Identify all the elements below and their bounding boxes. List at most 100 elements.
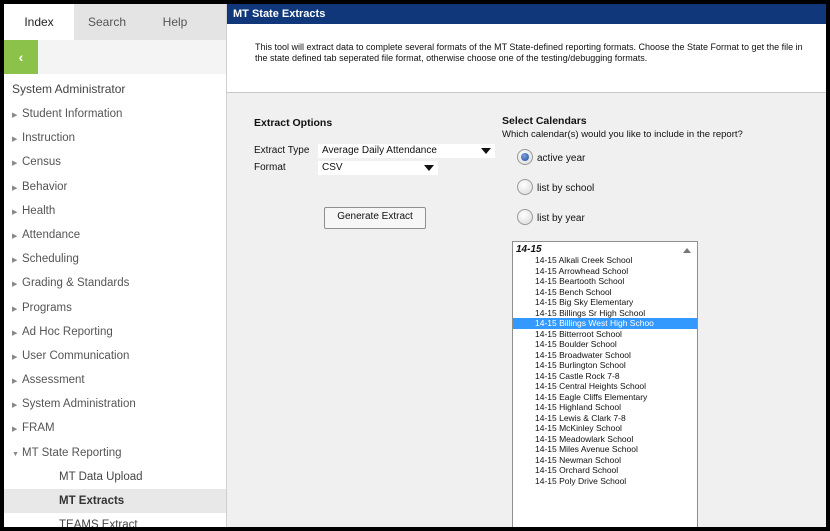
expand-arrow-icon: ▶ <box>12 353 18 361</box>
expand-arrow-icon: ▶ <box>12 232 18 240</box>
expand-arrow-icon: ▶ <box>12 136 18 144</box>
calendar-list-item[interactable]: 14-15 Highland School <box>513 402 697 413</box>
expand-arrow-icon: ▶ <box>12 281 18 289</box>
calendar-list-item[interactable]: 14-15 Boulder School <box>513 339 697 350</box>
calendar-list-item[interactable]: 14-15 Miles Avenue School <box>513 444 697 455</box>
calendar-list-item[interactable]: 14-15 Alkali Creek School <box>513 255 697 266</box>
calendar-list-item[interactable]: 14-15 Poly Drive School <box>513 476 697 487</box>
sidebar-item-user-communication[interactable]: ▶ User Communication <box>4 344 226 368</box>
calendar-list-item[interactable]: 14-15 Beartooth School <box>513 276 697 287</box>
calendar-list-item[interactable]: 14-15 Eagle Cliffs Elementary <box>513 392 697 403</box>
sidebar-item-instruction[interactable]: ▶ Instruction <box>4 126 226 150</box>
sidebar-item-label: System Administration <box>22 398 136 411</box>
expand-arrow-icon: ▶ <box>12 257 18 265</box>
calendar-list-item[interactable]: 14-15 McKinley School <box>513 423 697 434</box>
tab-index[interactable]: Index <box>4 4 74 41</box>
radio-label: active year <box>537 153 586 164</box>
calendar-list-item[interactable]: 14-15 Billings West High Schoo <box>513 318 697 329</box>
calendar-list-item[interactable]: 14-15 Meadowlark School <box>513 434 697 445</box>
sidebar-item-label: Census <box>22 156 61 169</box>
expand-arrow-icon: ▶ <box>12 378 18 386</box>
sidebar-item-label: Programs <box>22 301 72 314</box>
tab-search[interactable]: Search <box>74 4 140 40</box>
sidebar-item-teams-extract[interactable]: TEAMS Extract <box>4 513 226 527</box>
sidebar-item-label: Assessment <box>22 374 85 387</box>
calendar-list-item[interactable]: 14-15 Orchard School <box>513 465 697 476</box>
calendar-list-item[interactable]: 14-15 Burlington School <box>513 360 697 371</box>
main-panel: MT State Extracts This tool will extract… <box>227 4 826 527</box>
format-select[interactable]: CSV <box>318 161 438 175</box>
extract-type-select[interactable]: Average Daily Attendance <box>318 144 495 158</box>
sidebar-item-system-administration[interactable]: ▶ System Administration <box>4 392 226 416</box>
radio-label: list by school <box>537 183 595 194</box>
calendar-list-item[interactable]: 14-15 Newman School <box>513 455 697 466</box>
sidebar-nav: ▶ Student Information ▶ Instruction ▶ Censu… <box>4 102 226 527</box>
calendar-list-item[interactable]: 14-15 Arrowhead School <box>513 266 697 277</box>
radio-button-icon[interactable] <box>517 209 533 225</box>
collapse-sidebar-button[interactable]: ‹ <box>4 40 38 74</box>
expand-arrow-icon: ▶ <box>12 160 18 168</box>
sidebar-item-programs[interactable]: ▶ Programs <box>4 296 226 320</box>
sidebar-item-label: Grading & Standards <box>22 277 130 290</box>
extract-type-value: Average Daily Attendance <box>322 145 437 156</box>
expand-arrow-icon: ▶ <box>12 208 18 216</box>
description-area: This tool will extract data to complete … <box>227 24 826 92</box>
sidebar-item-mt-data-upload[interactable]: MT Data Upload <box>4 465 226 489</box>
sidebar-item-fram[interactable]: ▶ FRAM <box>4 416 226 440</box>
scroll-up-arrow-icon[interactable] <box>683 248 691 253</box>
tab-help[interactable]: Help <box>140 4 210 40</box>
sidebar-item-student-information[interactable]: ▶ Student Information <box>4 102 226 126</box>
calendar-list-item[interactable]: 14-15 Broadwater School <box>513 350 697 361</box>
page-title: MT State Extracts <box>227 4 826 24</box>
calendar-list-item[interactable]: 14-15 Bench School <box>513 287 697 298</box>
calendar-list-item[interactable]: 14-15 Castle Rock 7-8 <box>513 371 697 382</box>
collapse-arrow-icon: ▼ <box>12 450 19 458</box>
sidebar-item-census[interactable]: ▶ Census <box>4 150 226 174</box>
expand-arrow-icon: ▶ <box>12 329 18 337</box>
radio-button-icon[interactable] <box>517 149 533 165</box>
dropdown-arrow-icon <box>481 148 491 154</box>
list-group-header: 14-15 <box>516 244 542 255</box>
sidebar-item-scheduling[interactable]: ▶ Scheduling <box>4 247 226 271</box>
sidebar-item-label: User Communication <box>22 349 130 362</box>
expand-arrow-icon: ▶ <box>12 305 18 313</box>
sidebar-item-label: Student Information <box>22 108 123 120</box>
extract-options-heading: Extract Options <box>254 117 333 129</box>
sidebar-item-grading-standards[interactable]: ▶ Grading & Standards <box>4 271 226 295</box>
dropdown-arrow-icon <box>424 165 434 171</box>
sidebar-item-assessment[interactable]: ▶ Assessment <box>4 368 226 392</box>
format-value: CSV <box>322 162 343 173</box>
sidebar-item-mt-state-reporting[interactable]: ▼ MT State Reporting <box>4 441 226 465</box>
sidebar-item-label: FRAM <box>22 422 55 435</box>
sidebar-tabs: Index Search Help <box>4 4 226 41</box>
sidebar-item-label: MT State Reporting <box>22 446 122 459</box>
calendar-list-item[interactable]: 14-15 Bitterroot School <box>513 329 697 340</box>
sidebar-item-label: Ad Hoc Reporting <box>22 325 113 338</box>
sidebar-item-ad-hoc-reporting[interactable]: ▶ Ad Hoc Reporting <box>4 320 226 344</box>
sidebar: Index Search Help ‹ System Administrator… <box>4 4 227 527</box>
sidebar-item-mt-extracts[interactable]: MT Extracts <box>4 489 226 514</box>
calendars-question: Which calendar(s) would you like to incl… <box>502 129 743 140</box>
sidebar-item-behavior[interactable]: ▶ Behavior <box>4 175 226 199</box>
sidebar-item-label: Behavior <box>22 180 68 193</box>
sidebar-item-label: Instruction <box>22 132 76 145</box>
sidebar-item-label: Health <box>22 204 56 217</box>
extract-type-label: Extract Type <box>254 145 310 156</box>
expand-arrow-icon: ▶ <box>12 184 18 192</box>
sidebar-item-label: Scheduling <box>22 253 79 266</box>
sidebar-item-attendance[interactable]: ▶ Attendance <box>4 223 226 247</box>
radio-button-icon[interactable] <box>517 179 533 195</box>
expand-arrow-icon: ▶ <box>12 426 18 434</box>
expand-arrow-icon: ▶ <box>12 112 18 119</box>
sidebar-item-health[interactable]: ▶ Health <box>4 199 226 223</box>
calendar-list-item[interactable]: 14-15 Billings Sr High School <box>513 308 697 319</box>
calendar-list-item[interactable]: 14-15 Lewis & Clark 7-8 <box>513 413 697 424</box>
sidebar-item-label: Attendance <box>22 228 81 241</box>
tool-description: This tool will extract data to complete … <box>255 42 803 63</box>
calendar-listbox[interactable]: 14-15 14-15 Alkali Creek School 14-15 Arr… <box>512 241 698 527</box>
calendar-list-item[interactable]: 14-15 Big Sky Elementary <box>513 297 697 308</box>
calendar-list-item[interactable]: 14-15 Central Heights School <box>513 381 697 392</box>
generate-extract-button[interactable]: Generate Extract <box>324 207 426 229</box>
user-role-label: System Administrator <box>12 82 126 96</box>
expand-arrow-icon: ▶ <box>12 402 18 410</box>
